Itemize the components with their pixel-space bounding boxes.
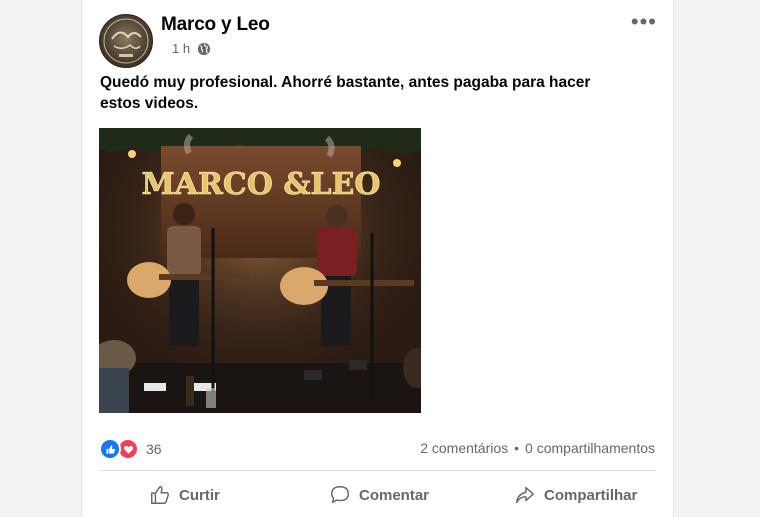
comment-button-label: Comentar <box>359 486 430 504</box>
stage-sign-text: MARCO &LEO <box>141 167 380 202</box>
post-time[interactable]: 1 h <box>172 41 190 56</box>
globe-icon <box>197 42 211 56</box>
actions-divider <box>99 470 656 471</box>
avatar-logo <box>103 18 149 64</box>
shares-count-link[interactable]: 0 compartilhamentos <box>525 440 655 456</box>
post-meta: 1 h <box>172 41 211 56</box>
thumbs-up-icon <box>151 486 169 504</box>
stats-separator: • <box>514 440 520 456</box>
more-options-icon[interactable]: ••• <box>631 11 657 33</box>
engagement-stats: 2 comentários • 0 compartilhamentos <box>420 440 655 456</box>
post-card: Marco y Leo 1 h ••• Quedó muy profesiona… <box>81 0 674 517</box>
like-icon <box>99 438 121 460</box>
like-button-label: Curtir <box>179 486 220 504</box>
post-actions-bar: Curtir Comentar Compartilhar <box>82 480 673 510</box>
share-button-label: Compartilhar <box>544 486 638 504</box>
stage-illustration: MARCO &LEO <box>99 128 421 413</box>
page-name[interactable]: Marco y Leo <box>161 14 270 36</box>
comments-count-link[interactable]: 2 comentários <box>420 440 508 456</box>
comment-button[interactable]: Comentar <box>329 480 429 510</box>
page-avatar[interactable] <box>99 14 153 68</box>
reaction-count: 36 <box>146 441 162 457</box>
share-button[interactable]: Compartilhar <box>514 480 637 510</box>
post-photo[interactable]: MARCO &LEO <box>99 128 421 413</box>
post-text: Quedó muy profesional. Ahorré bastante, … <box>100 74 591 112</box>
comment-icon <box>331 486 349 504</box>
like-button[interactable]: Curtir <box>149 480 220 510</box>
reaction-summary[interactable]: 36 <box>99 438 162 460</box>
share-arrow-icon <box>516 486 534 504</box>
